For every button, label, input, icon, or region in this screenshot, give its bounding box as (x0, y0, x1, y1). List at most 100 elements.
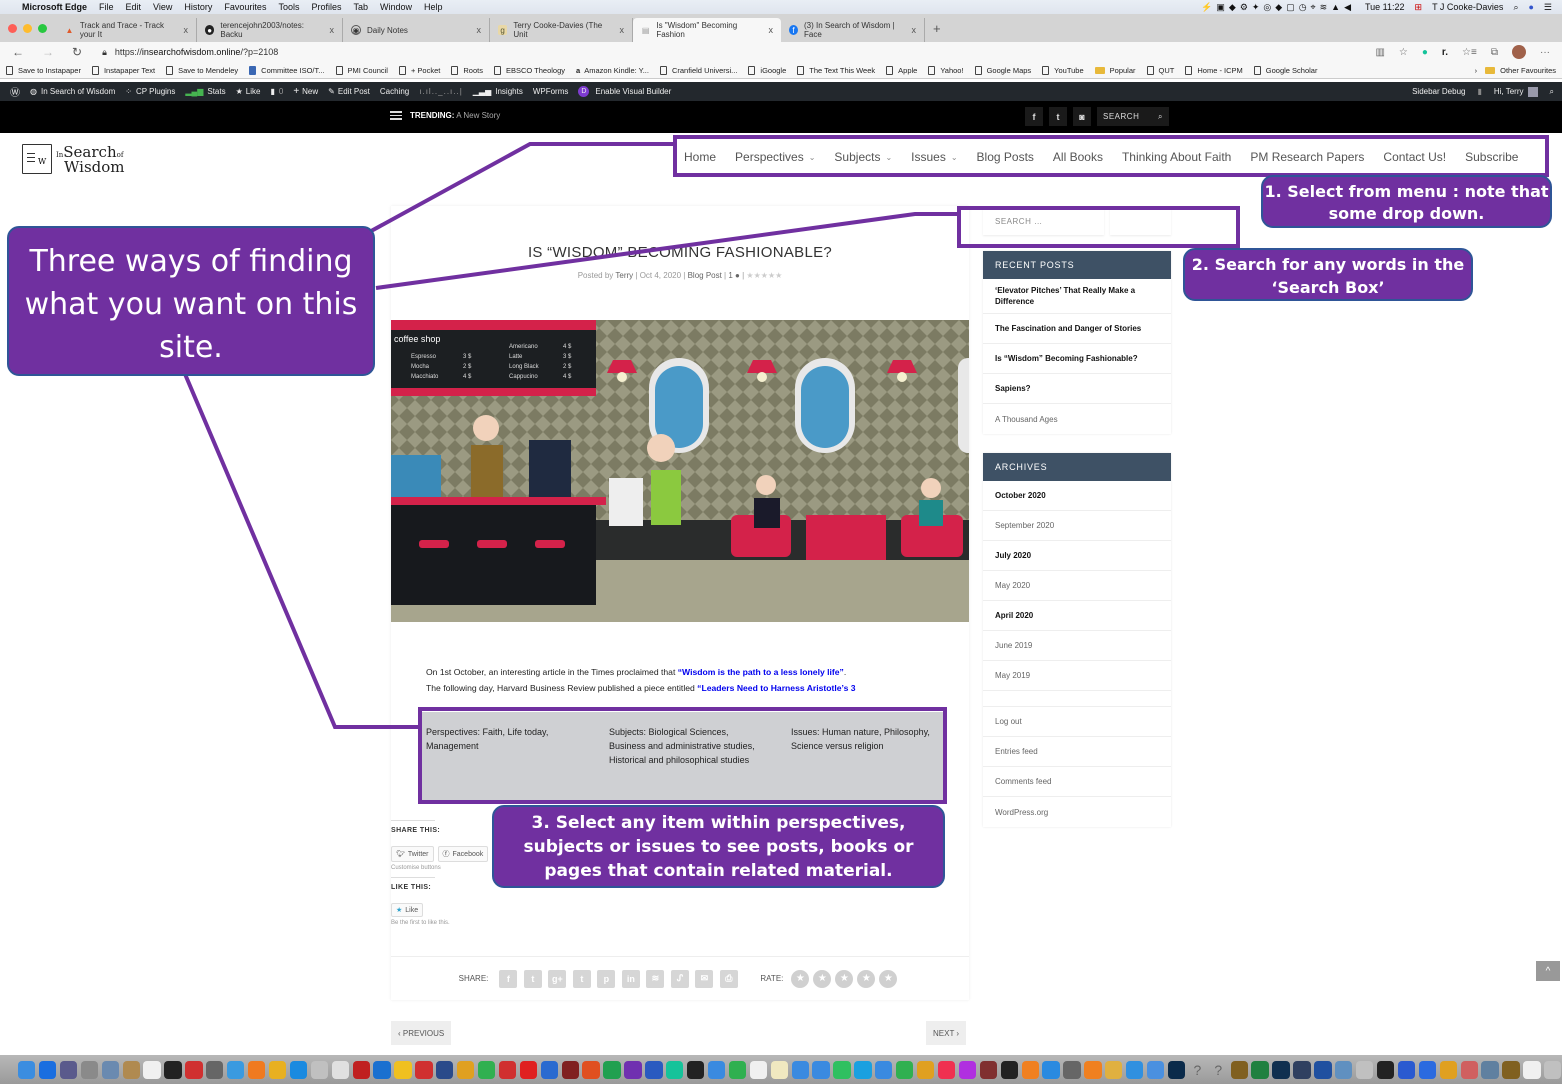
dock-app-icon[interactable] (624, 1060, 642, 1079)
dock-app-icon[interactable] (1000, 1060, 1018, 1079)
dock-app-icon[interactable] (247, 1060, 266, 1079)
dock-app-icon[interactable] (687, 1060, 705, 1079)
other-favourites-folder[interactable]: Other Favourites (1485, 66, 1556, 75)
bookmark-folder[interactable]: Popular (1094, 66, 1136, 75)
meta-item[interactable]: Entries feed (983, 737, 1171, 767)
site-logo[interactable]: W InSearchof Wisdom (22, 140, 142, 178)
more-menu-icon[interactable]: ··· (1540, 47, 1550, 58)
menu-file[interactable]: File (99, 2, 114, 12)
dock-app-icon[interactable] (227, 1060, 245, 1079)
menu-view[interactable]: View (153, 2, 172, 12)
bookmark-item[interactable]: QUT (1146, 65, 1174, 75)
admin-stats[interactable]: ▂▄▆ Stats (185, 87, 225, 96)
favourite-star-icon[interactable]: ☆ (1399, 47, 1408, 58)
admin-wpforms[interactable]: WPForms (533, 87, 569, 96)
bookmark-item[interactable]: + Pocket (398, 65, 440, 75)
recent-post-item[interactable]: Sapiens? (983, 374, 1171, 404)
dock-app-icon[interactable] (958, 1060, 977, 1079)
bookmark-item[interactable]: a Amazon Kindle: Y... (576, 66, 649, 75)
dock-app-icon[interactable] (749, 1060, 768, 1079)
collections-icon[interactable]: ⧉ (1491, 47, 1498, 58)
admin-new[interactable]: + New (293, 86, 318, 97)
twitter-icon[interactable]: t (1049, 107, 1067, 126)
dock-app-icon[interactable] (185, 1060, 203, 1079)
bookmark-item[interactable]: Save to Mendeley (166, 65, 238, 75)
dock-app-icon[interactable] (1544, 1060, 1562, 1079)
dock-app-icon[interactable] (1523, 1060, 1541, 1079)
bookmark-item[interactable]: PMI Council (335, 65, 388, 75)
url-field[interactable]: 🔒︎ https://insearchofwisdom.online/?p=21… (102, 47, 278, 58)
menu-help[interactable]: Help (424, 2, 443, 12)
notification-center-icon[interactable]: ☰ (1544, 2, 1552, 13)
dock-app-icon[interactable] (1084, 1060, 1102, 1079)
dock-app-icon[interactable] (206, 1060, 224, 1079)
back-icon[interactable]: ← (12, 45, 24, 59)
dock-app-icon[interactable] (352, 1060, 370, 1079)
dock-app-icon[interactable] (519, 1060, 538, 1079)
dock-app-icon[interactable]: ? (1189, 1061, 1206, 1079)
dock-app-icon[interactable] (436, 1060, 454, 1079)
bookmark-item[interactable]: Google Maps (974, 65, 1031, 75)
dock-app-icon[interactable] (812, 1060, 830, 1079)
print-icon[interactable]: ⎙ (719, 969, 738, 988)
dock-app-icon[interactable] (1063, 1060, 1081, 1079)
archive-item[interactable]: April 2020 (983, 601, 1171, 631)
dock-app-icon[interactable] (896, 1060, 914, 1079)
dock-app-icon[interactable] (875, 1060, 893, 1079)
tumblr-icon[interactable]: t (572, 969, 591, 988)
dock-app-icon[interactable] (1502, 1060, 1520, 1079)
rate-star-1[interactable]: ★ (791, 969, 810, 988)
bookmark-item[interactable]: Yahoo! (928, 65, 964, 75)
admin-sparkline[interactable]: ı.ıl.._..ı..| (419, 87, 463, 96)
rate-star-5[interactable]: ★ (879, 969, 898, 988)
tab-github-notes[interactable]: ● terencejohn2003/notes: Backu x (197, 18, 343, 42)
dock-app-icon[interactable] (38, 1060, 57, 1079)
dock-app-icon[interactable] (164, 1060, 182, 1079)
menu-tools[interactable]: Tools (278, 2, 299, 12)
refresh-icon[interactable]: ↻ (72, 45, 82, 59)
rate-star-4[interactable]: ★ (857, 969, 876, 988)
linkedin-icon[interactable]: in (621, 969, 640, 988)
rate-star-3[interactable]: ★ (835, 969, 854, 988)
dock-app-icon[interactable] (477, 1060, 496, 1079)
close-tab-icon[interactable]: x (612, 25, 625, 35)
google-plus-icon[interactable]: g+ (548, 969, 567, 988)
dock-app-icon[interactable] (833, 1060, 851, 1079)
bookmark-item[interactable]: Google Scholar (1253, 65, 1317, 75)
author-link[interactable]: Terry (615, 271, 633, 280)
wordpress-logo-icon[interactable]: Ⓦ (10, 84, 20, 99)
dock-app-icon[interactable] (415, 1060, 433, 1079)
bookmark-item[interactable]: Roots (451, 65, 483, 75)
close-tab-icon[interactable]: x (469, 25, 482, 35)
recent-post-item[interactable]: The Fascination and Danger of Stories (983, 314, 1171, 344)
bookmark-item[interactable]: Save to Instapaper (6, 65, 81, 75)
dock-app-icon[interactable] (101, 1060, 119, 1079)
new-tab-button[interactable]: + (925, 21, 949, 42)
dock-app-icon[interactable] (728, 1060, 747, 1079)
bookmark-item[interactable]: Home - ICPM (1185, 65, 1243, 75)
close-tab-icon[interactable]: x (176, 25, 189, 35)
bookmark-item[interactable]: The Text This Week (797, 65, 875, 75)
dock-app-icon[interactable]: ? (1210, 1061, 1227, 1079)
twitter-share-button[interactable]: 🐦︎ Twitter (391, 846, 434, 862)
rate-star-2[interactable]: ★ (813, 969, 832, 988)
times-article-link[interactable]: “Wisdom is the path to a less lonely lif… (678, 667, 844, 677)
dock-app-icon[interactable] (1021, 1060, 1039, 1079)
clock[interactable]: Tue 11:22 (1365, 2, 1405, 12)
close-tab-icon[interactable]: x (904, 25, 917, 35)
recent-post-item[interactable]: Is “Wisdom” Becoming Fashionable? (983, 344, 1171, 374)
favourites-list-icon[interactable]: ☆≡ (1462, 47, 1477, 58)
app-menu[interactable]: Microsoft Edge (22, 2, 87, 12)
dock-app-icon[interactable] (1418, 1060, 1437, 1079)
tab-goodreads[interactable]: g Terry Cooke-Davies (The Unit x (490, 18, 633, 42)
admin-visual-builder[interactable]: D Enable Visual Builder (578, 86, 671, 97)
dock-app-icon[interactable] (498, 1060, 517, 1079)
customise-buttons-link[interactable]: Customise buttons (391, 865, 488, 871)
bookmark-item[interactable]: Instapaper Text (91, 65, 155, 75)
facebook-icon[interactable]: f (499, 969, 518, 988)
meta-item[interactable]: WordPress.org (983, 797, 1171, 827)
archive-item[interactable]: September 2020 (983, 511, 1171, 541)
dock-app-icon[interactable] (1397, 1060, 1416, 1079)
dock-app-icon[interactable] (1376, 1060, 1395, 1079)
facebook-icon[interactable]: f (1025, 107, 1043, 126)
